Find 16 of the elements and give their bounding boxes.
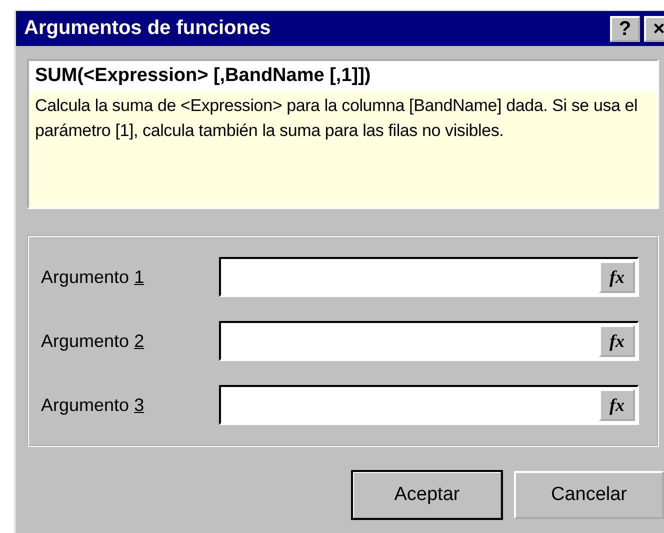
argument-label: Argumento 1: [41, 266, 146, 288]
argument-field[interactable]: fx: [219, 321, 639, 361]
function-description: Calcula la suma de <Expression> para la columna [BandName] dada. Si se usa el parámetro [1], calcula también la suma para las filas no visibles.: [34, 95, 639, 142]
function-button[interactable]: fx: [599, 261, 635, 293]
argument-label: Argumento 3: [41, 394, 146, 416]
function-signature: SUM(<Expression> [,BandName [,1]]): [29, 61, 657, 91]
ok-button[interactable]: Aceptar: [352, 471, 502, 519]
argument-field[interactable]: fx: [219, 257, 639, 297]
window-title: Argumentos de funciones: [24, 17, 272, 40]
close-button[interactable]: ×: [644, 16, 664, 42]
function-button[interactable]: fx: [599, 389, 635, 421]
help-button[interactable]: ?: [610, 16, 640, 42]
argument-field[interactable]: fx: [219, 385, 639, 425]
cancel-button[interactable]: Cancelar: [514, 471, 664, 519]
function-button[interactable]: fx: [599, 325, 635, 357]
argument-label: Argumento 2: [41, 330, 146, 352]
